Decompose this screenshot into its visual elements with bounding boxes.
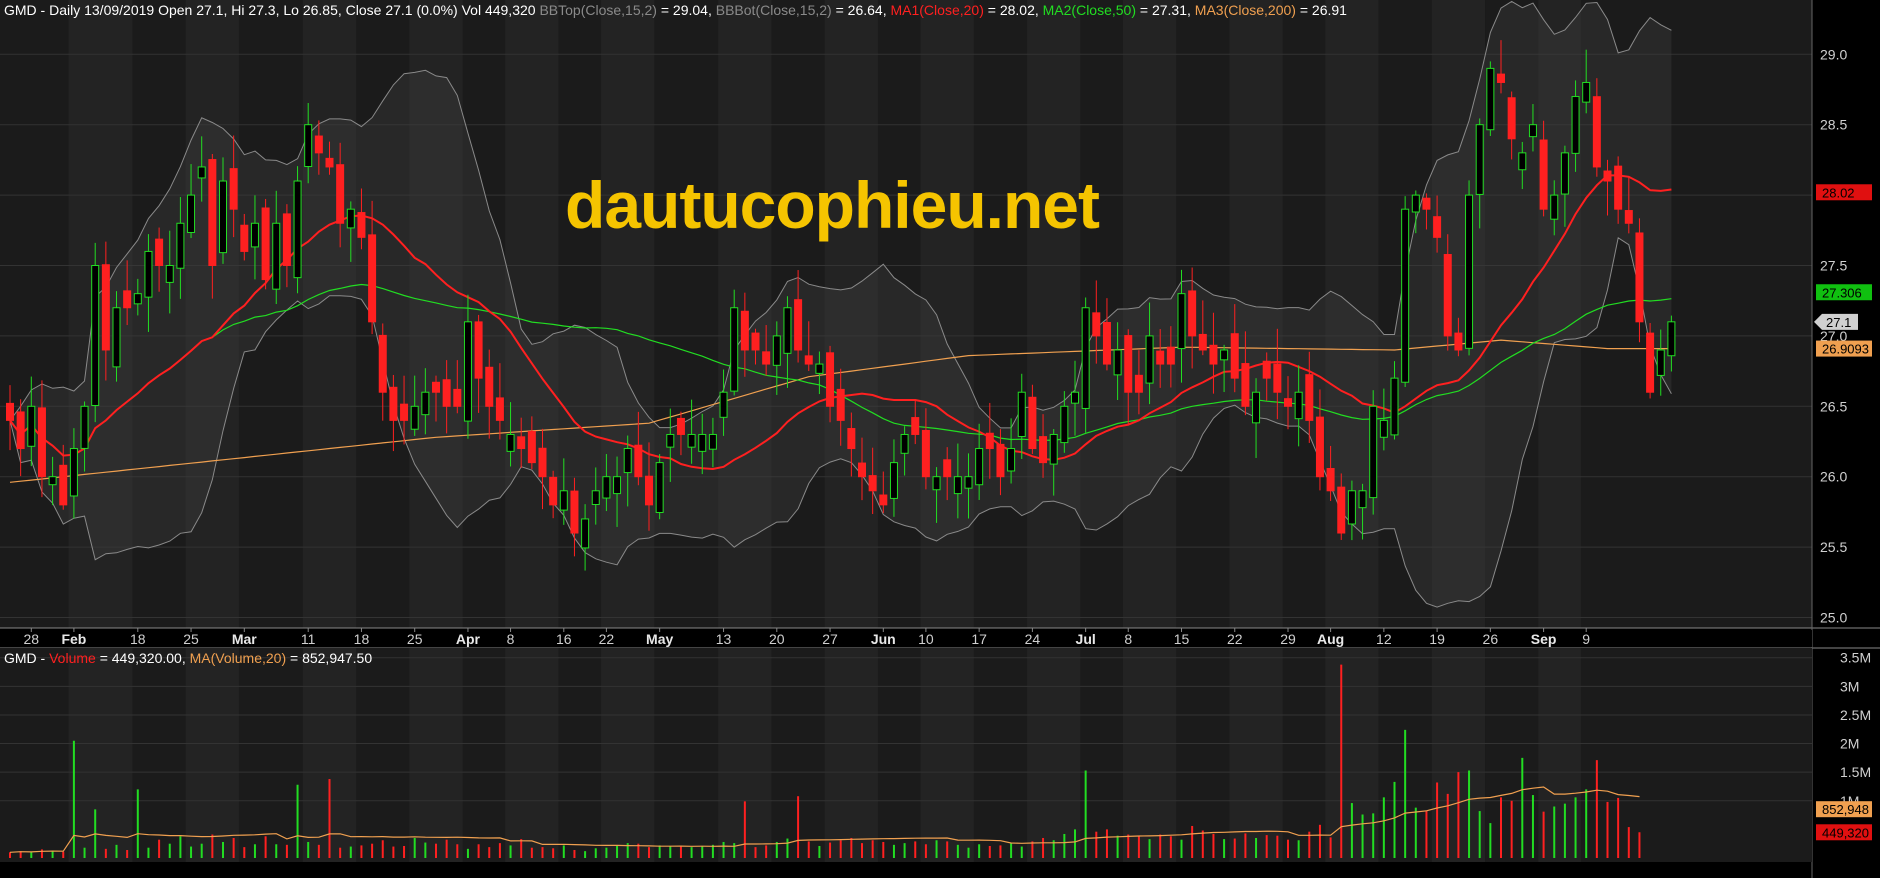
y-tick-label: 25.5 — [1820, 539, 1847, 555]
x-tick-label: 17 — [971, 631, 987, 647]
chart-canvas: dautucophieu.net 25.025.526.026.527.027.… — [0, 0, 1880, 878]
x-tick-label: 18 — [354, 631, 370, 647]
candle — [1465, 180, 1474, 356]
header-segment: GMD - Daily 13/09/2019 Open 27.1, Hi 27.… — [4, 2, 539, 18]
y-tick-label: 25.0 — [1820, 610, 1847, 626]
x-tick-label: Apr — [456, 631, 481, 647]
x-tick-label: 28 — [24, 631, 40, 647]
x-tick-label: 24 — [1025, 631, 1041, 647]
x-tick-label: 25 — [407, 631, 423, 647]
volume-y-tick-label: 2M — [1840, 736, 1859, 752]
volume-y-tick-label: 3M — [1840, 678, 1859, 694]
header-segment: MA3(Close,200) — [1195, 2, 1296, 18]
x-tick-label: 11 — [301, 631, 316, 647]
price-marker: 26.9093 — [1816, 340, 1872, 357]
stock-chart: dautucophieu.net 25.0 25.5 26.0 26.5 27.0 27.… — [0, 0, 1880, 878]
x-tick-label: 15 — [1174, 631, 1190, 647]
x-tick-label: May — [646, 631, 673, 647]
x-tick-label: 29 — [1280, 631, 1296, 647]
price-header: GMD - Daily 13/09/2019 Open 27.1, Hi 27.… — [4, 2, 1347, 18]
x-tick-label: 12 — [1376, 631, 1392, 647]
price-marker: 28.02 — [1816, 184, 1872, 201]
x-tick-label: Aug — [1317, 631, 1344, 647]
header-segment: = 449,320.00, — [96, 650, 190, 666]
candle — [293, 166, 302, 294]
volume-y-tick-label: 1.5M — [1840, 764, 1871, 780]
header-segment: = 26.64, — [832, 2, 891, 18]
x-tick-label: 19 — [1429, 631, 1445, 647]
header-segment: BBBot(Close,15,2) — [716, 2, 832, 18]
y-tick-label: 26.0 — [1820, 469, 1847, 485]
candle — [1401, 196, 1410, 387]
x-tick-label: 9 — [1582, 631, 1590, 647]
header-segment: = 852,947.50 — [286, 650, 372, 666]
volume-header: GMD - Volume = 449,320.00, MA(Volume,20)… — [4, 650, 372, 666]
header-segment: MA1(Close,20) — [890, 2, 983, 18]
x-tick-label: Jul — [1076, 631, 1096, 647]
price-marker: 852,948 — [1816, 801, 1872, 818]
x-tick-label: 22 — [1227, 631, 1243, 647]
watermark: dautucophieu.net — [565, 168, 1100, 242]
header-segment: = 27.31, — [1136, 2, 1195, 18]
header-segment: MA2(Close,50) — [1043, 2, 1136, 18]
header-segment: BBTop(Close,15,2) — [539, 2, 657, 18]
x-tick-label: 13 — [716, 631, 732, 647]
header-segment: MA(Volume,20) — [190, 650, 286, 666]
y-tick-label: 26.5 — [1820, 398, 1847, 414]
x-tick-label: 18 — [130, 631, 146, 647]
x-tick-label: 8 — [1124, 631, 1132, 647]
volume-y-tick-label: 3.5M — [1840, 650, 1871, 666]
svg-text:26.9093: 26.9093 — [1822, 342, 1869, 357]
price-marker: 27.306 — [1816, 284, 1872, 301]
candle — [1369, 390, 1378, 515]
svg-text:852,948: 852,948 — [1822, 802, 1869, 817]
y-tick-label: 29.0 — [1820, 46, 1847, 62]
x-tick-label: 20 — [769, 631, 785, 647]
candle — [91, 242, 100, 423]
header-segment: = 28.02, — [984, 2, 1043, 18]
volume-y-tick-label: 2.5M — [1840, 707, 1871, 723]
x-tick-label: 22 — [599, 631, 615, 647]
candle — [655, 454, 664, 520]
x-tick-label: 8 — [507, 631, 515, 647]
y-tick-label: 28.5 — [1820, 117, 1847, 133]
x-tick-label: Mar — [232, 631, 257, 647]
x-tick-label: 10 — [918, 631, 934, 647]
svg-text:27.1: 27.1 — [1826, 315, 1851, 330]
candle — [261, 198, 270, 290]
x-tick-label: Jun — [871, 631, 896, 647]
x-tick-label: Feb — [61, 631, 86, 647]
header-segment: GMD - — [4, 650, 49, 666]
price-marker: 27.1 — [1814, 313, 1858, 330]
y-tick-label: 27.5 — [1820, 258, 1847, 274]
price-marker: 449,320 — [1816, 824, 1872, 841]
candle — [1646, 323, 1655, 399]
x-tick-label: 25 — [183, 631, 199, 647]
volume-panel — [0, 648, 1812, 862]
x-tick-label: 16 — [556, 631, 572, 647]
svg-text:27.306: 27.306 — [1822, 285, 1862, 300]
x-tick-label: 27 — [822, 631, 838, 647]
header-segment: Volume — [49, 650, 96, 666]
header-segment: = 26.91 — [1296, 2, 1347, 18]
candle — [1486, 61, 1495, 136]
header-segment: = 29.04, — [657, 2, 716, 18]
x-tick-label: 26 — [1483, 631, 1499, 647]
x-tick-label: Sep — [1531, 631, 1557, 647]
svg-text:449,320: 449,320 — [1822, 825, 1869, 840]
svg-text:28.02: 28.02 — [1822, 185, 1855, 200]
